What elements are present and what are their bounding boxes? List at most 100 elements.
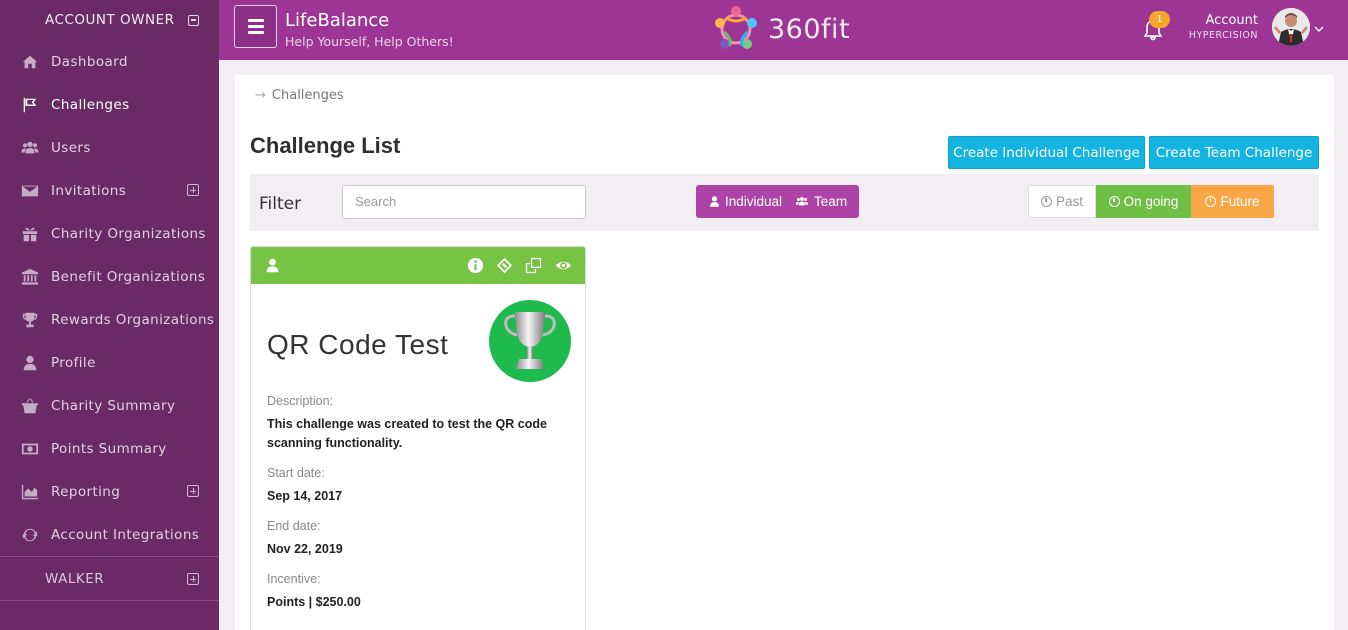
sidebar-item-reporting[interactable]: Reporting [0, 470, 219, 513]
basket-icon [20, 397, 40, 415]
sidebar-item-label: Dashboard [51, 53, 128, 70]
end-date-value: Nov 22, 2019 [267, 542, 343, 556]
refresh-icon [20, 526, 40, 544]
challenge-title[interactable]: QR Code Test [267, 329, 448, 361]
page-title: Challenge List [250, 133, 401, 158]
sidebar-item-label: Points Summary [51, 440, 167, 457]
sidebar-item-charity-summary[interactable]: Charity Summary [0, 384, 219, 427]
breadcrumb: → Challenges [255, 88, 344, 103]
filter-past-button[interactable]: Past [1028, 185, 1096, 218]
users-icon [795, 196, 809, 206]
create-team-challenge-button[interactable]: Create Team Challenge [1149, 136, 1319, 169]
account-label: Account [1205, 13, 1259, 28]
ticket-icon[interactable] [496, 257, 514, 275]
menu-button[interactable] [234, 5, 277, 48]
logo-text: 360fit [768, 13, 851, 45]
incentive-label: Incentive: [267, 572, 321, 586]
filter-individual-label: Individual [725, 194, 783, 209]
collapse-icon[interactable] [188, 14, 199, 26]
filter-ongoing-button[interactable]: On going [1096, 185, 1191, 218]
description-label: Description: [267, 394, 333, 408]
sidebar-item-label: Rewards Organizations [51, 311, 215, 328]
sidebar-item-benefit-organizations[interactable]: Benefit Organizations [0, 255, 219, 298]
account-menu[interactable]: Account HYPERCISION [1189, 13, 1258, 41]
breadcrumb-item[interactable]: Challenges [272, 88, 344, 103]
eye-icon[interactable] [555, 257, 573, 275]
filter-label: Filter [259, 194, 302, 214]
sidebar-section-label: WALKER [45, 570, 105, 587]
sidebar-item-label: Invitations [51, 182, 127, 199]
app-tagline: Help Yourself, Help Others! [285, 34, 454, 49]
sidebar-item-label: Charity Organizations [51, 225, 206, 242]
trophy-icon [20, 311, 40, 329]
avatar[interactable] [1272, 8, 1310, 46]
app-name: LifeBalance [285, 10, 390, 31]
divider [0, 600, 219, 601]
chevron-down-icon[interactable] [1314, 19, 1324, 32]
filter-past-label: Past [1055, 194, 1083, 209]
time-filter-group: Past On going Future [1028, 185, 1274, 218]
brand: LifeBalance Help Yourself, Help Others! [285, 10, 454, 49]
expand-icon[interactable] [187, 573, 199, 585]
start-date-label: Start date: [267, 466, 325, 480]
incentive-value: Points | $250.00 [267, 595, 361, 609]
clock-icon [1108, 196, 1120, 207]
expand-icon[interactable] [187, 184, 199, 196]
clock-icon [1040, 196, 1052, 207]
user-icon [264, 257, 282, 275]
filter-ongoing-label: On going [1123, 194, 1179, 209]
type-filter-group: Individual Team [696, 185, 860, 218]
info-icon[interactable] [467, 257, 485, 275]
notification-badge: 1 [1149, 11, 1170, 28]
sidebar-item-invitations[interactable]: Invitations [0, 169, 219, 212]
sidebar-item-account-integrations[interactable]: Account Integrations [0, 513, 219, 556]
filter-individual-button[interactable]: Individual [696, 185, 794, 218]
sidebar-item-points-summary[interactable]: Points Summary [0, 427, 219, 470]
sidebar-item-charity-organizations[interactable]: Charity Organizations [0, 212, 219, 255]
sidebar: ACCOUNT OWNER Dashboard Challenges Users… [0, 0, 219, 630]
description-value: This challenge was created to test the Q… [267, 417, 547, 450]
challenge-card: QR Code Test Description: This challenge… [250, 246, 586, 630]
gift-icon [20, 225, 40, 243]
sidebar-item-label: Charity Summary [51, 397, 176, 414]
users-icon [20, 139, 40, 157]
bank-icon [20, 268, 40, 286]
sidebar-item-users[interactable]: Users [0, 126, 219, 169]
create-individual-challenge-button[interactable]: Create Individual Challenge [948, 136, 1145, 169]
filter-future-label: Future [1220, 194, 1260, 209]
sidebar-item-label: Benefit Organizations [51, 268, 206, 285]
sidebar-section-walker[interactable]: WALKER [0, 557, 219, 600]
sidebar-item-label: Challenges [51, 96, 130, 113]
logo: 360fit [710, 4, 850, 54]
trophy-icon [489, 300, 571, 382]
top-bar: LifeBalance Help Yourself, Help Others! … [219, 0, 1348, 60]
sidebar-header: ACCOUNT OWNER [0, 0, 219, 40]
sidebar-item-label: Account Integrations [51, 526, 200, 543]
clock-icon [1205, 196, 1217, 207]
filter-future-button[interactable]: Future [1191, 185, 1274, 218]
flag-icon [20, 96, 40, 114]
sidebar-item-profile[interactable]: Profile [0, 341, 219, 384]
sidebar-header-label: ACCOUNT OWNER [45, 12, 175, 28]
filter-team-button[interactable]: Team [794, 185, 859, 218]
copy-icon[interactable] [525, 257, 543, 275]
home-icon [20, 53, 40, 71]
search-input[interactable]: Search [342, 185, 586, 219]
logo-icon [715, 6, 757, 49]
sidebar-item-label: Users [51, 139, 91, 156]
sidebar-item-rewards-organizations[interactable]: Rewards Organizations [0, 298, 219, 341]
sidebar-item-dashboard[interactable]: Dashboard [0, 40, 219, 83]
main-panel: → Challenges Challenge List Create Indiv… [235, 75, 1334, 630]
arrow-right-icon: → [255, 88, 266, 103]
filter-bar: Filter Search Individual Team Past On go… [250, 174, 1319, 231]
end-date-label: End date: [267, 519, 321, 533]
sidebar-item-challenges[interactable]: Challenges [0, 83, 219, 126]
expand-icon[interactable] [187, 485, 199, 497]
money-icon [20, 440, 40, 458]
envelope-icon [20, 182, 40, 200]
start-date-value: Sep 14, 2017 [267, 489, 343, 503]
sidebar-item-label: Profile [51, 354, 96, 371]
user-icon [709, 196, 720, 207]
filter-team-label: Team [814, 194, 848, 209]
sidebar-item-label: Reporting [51, 483, 121, 500]
